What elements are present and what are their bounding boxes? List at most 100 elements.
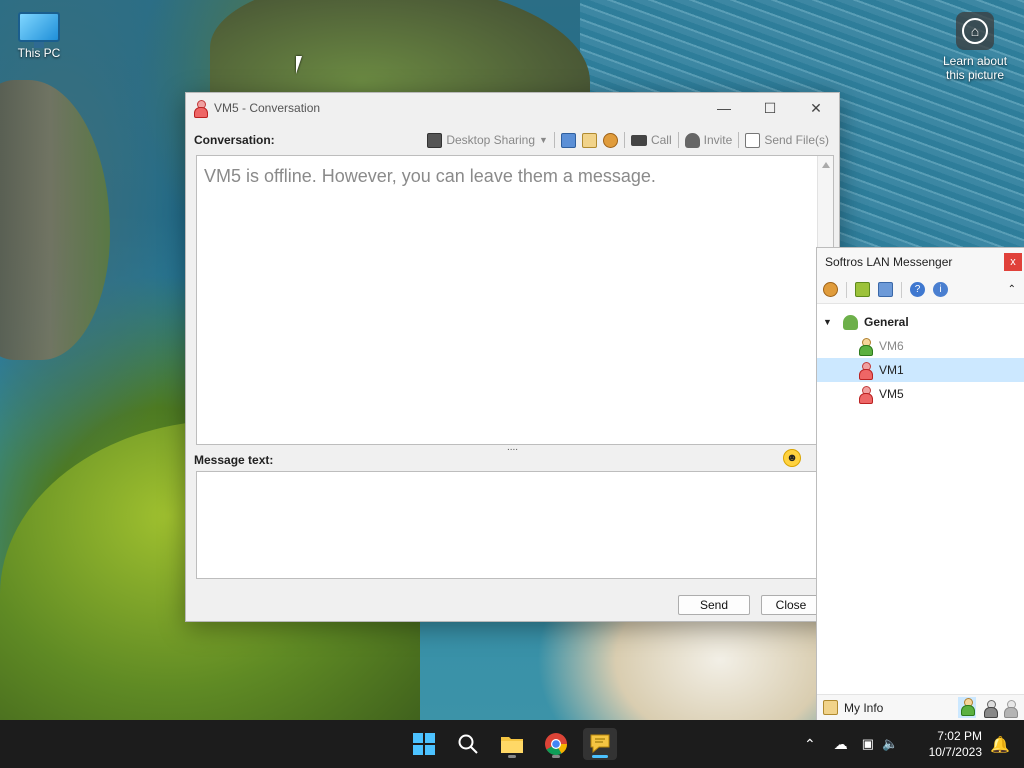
send-files-button[interactable]: Send File(s)	[745, 132, 829, 148]
my-info-label[interactable]: My Info	[844, 701, 883, 715]
messenger-toolbar: ? i ⌃	[817, 276, 1024, 304]
clock[interactable]: 7:02 PM 10/7/2023	[929, 728, 982, 760]
search-icon	[458, 734, 478, 754]
offline-notice: VM5 is offline. However, you can leave t…	[204, 166, 656, 186]
desktop-icon-learn-picture[interactable]: ⌂ Learn about this picture	[938, 12, 1012, 82]
start-button[interactable]	[407, 728, 441, 760]
window-controls: — ☐ ✕	[701, 93, 839, 123]
running-indicator	[552, 755, 560, 758]
desktop-icon-label: This PC	[17, 46, 61, 60]
network-icon[interactable]: ▣	[862, 736, 874, 752]
desktop-sharing-icon	[427, 132, 443, 148]
messenger-title-bar[interactable]: Softros LAN Messenger	[817, 248, 1024, 276]
messenger-close-button[interactable]: x	[1004, 253, 1022, 271]
close-button[interactable]: Close	[761, 595, 821, 615]
chevron-up-icon[interactable]: ⌃	[804, 736, 816, 753]
search-button[interactable]	[451, 728, 485, 760]
camera-icon: ⌂	[956, 12, 994, 50]
settings-gear-icon[interactable]	[823, 282, 838, 297]
call-button[interactable]: Call	[630, 133, 672, 147]
desktop-sharing-label: Desktop Sharing	[446, 133, 536, 147]
clock-time: 7:02 PM	[937, 729, 982, 743]
info-icon[interactable]: i	[933, 282, 948, 297]
mouse-cursor	[296, 56, 308, 74]
file-explorer-button[interactable]	[495, 728, 529, 760]
user-name: VM1	[879, 363, 904, 377]
history-book-icon[interactable]	[878, 282, 893, 297]
messenger-footer: My Info	[817, 694, 1024, 720]
chevron-up-icon[interactable]: ⌃	[1008, 284, 1016, 295]
toolbar-separator	[677, 132, 679, 148]
chevron-down-icon: ▼	[539, 135, 548, 145]
message-input[interactable]	[196, 471, 834, 579]
lan-messenger-button[interactable]	[583, 728, 617, 760]
maximize-button[interactable]: ☐	[747, 93, 793, 123]
history-book-icon[interactable]	[560, 132, 576, 148]
conversation-toolbar: Conversation: Desktop Sharing ▼ Call Inv…	[194, 129, 829, 151]
user-offline-icon	[859, 362, 873, 380]
chevron-down-icon[interactable]: ▼	[823, 317, 837, 327]
desktop-icon-label: Learn about this picture	[942, 54, 1008, 82]
emoji-icon[interactable]: ☻	[783, 449, 801, 467]
windows-logo-icon	[413, 733, 435, 755]
send-files-label: Send File(s)	[764, 133, 829, 147]
conversation-history[interactable]: VM5 is offline. However, you can leave t…	[196, 155, 834, 445]
folder-icon	[501, 737, 523, 753]
user-online-icon	[961, 698, 975, 716]
volume-icon[interactable]: 🔈	[882, 736, 898, 752]
desktop-sharing-button[interactable]: Desktop Sharing ▼	[427, 132, 548, 148]
settings-gear-icon[interactable]	[602, 132, 618, 148]
group-label: General	[864, 315, 909, 329]
desktop-icon-this-pc[interactable]: This PC	[4, 12, 74, 60]
contact-tree: ▼ General VM6 VM1 VM5	[817, 304, 1024, 406]
tree-user-vm6[interactable]: VM6	[817, 334, 1024, 358]
messenger-title: Softros LAN Messenger	[825, 255, 953, 269]
scroll-up-icon[interactable]	[821, 162, 830, 168]
my-info-icon[interactable]	[823, 700, 838, 715]
status-away-button[interactable]	[984, 699, 998, 718]
running-indicator	[592, 755, 608, 758]
status-online-button[interactable]	[958, 697, 976, 718]
call-label: Call	[650, 133, 672, 147]
contact-info-icon[interactable]	[581, 132, 597, 148]
send-file-icon	[745, 132, 761, 148]
toolbar-separator	[623, 132, 625, 148]
onedrive-icon[interactable]: ☁	[834, 736, 848, 753]
toolbar-separator	[901, 281, 902, 298]
invite-users-icon	[684, 132, 700, 148]
help-icon[interactable]: ?	[910, 282, 925, 297]
chat-bubble-icon	[590, 734, 610, 754]
notification-bell-icon[interactable]: 🔔	[990, 735, 1010, 755]
invite-button[interactable]: Invite	[684, 132, 733, 148]
system-tray: ⌃ ☁ ▣ 🔈	[804, 720, 898, 768]
chrome-button[interactable]	[539, 728, 573, 760]
user-online-icon	[859, 338, 873, 356]
conversation-label: Conversation:	[194, 133, 275, 147]
status-offline-button[interactable]	[1004, 699, 1018, 718]
toolbar-separator	[846, 281, 847, 298]
user-name: VM5	[879, 387, 904, 401]
toolbar-separator	[553, 132, 555, 148]
invite-label: Invite	[703, 133, 733, 147]
send-button[interactable]: Send	[678, 595, 750, 615]
minimize-button[interactable]: —	[701, 93, 747, 123]
close-window-button[interactable]: ✕	[793, 93, 839, 123]
conversation-window: VM5 - Conversation — ☐ ✕ Conversation: D…	[185, 92, 840, 622]
toolbar-separator	[738, 132, 740, 148]
running-indicator	[508, 755, 516, 758]
clock-date: 10/7/2023	[928, 745, 982, 759]
wallpaper-cliff	[0, 80, 110, 360]
tree-group-general[interactable]: ▼ General	[817, 310, 1024, 334]
video-camera-icon	[630, 134, 647, 146]
folder-icon[interactable]	[855, 282, 870, 297]
user-offline-icon	[194, 100, 208, 118]
group-users-icon	[843, 314, 858, 330]
window-title: VM5 - Conversation	[214, 101, 321, 115]
messenger-panel: Softros LAN Messenger x ? i ⌃ ▼ General …	[816, 247, 1024, 720]
pane-splitter[interactable]: ....	[186, 443, 839, 455]
user-name: VM6	[879, 339, 904, 353]
tree-user-vm5[interactable]: VM5	[817, 382, 1024, 406]
user-offline-icon	[859, 386, 873, 404]
tree-user-vm1[interactable]: VM1	[817, 358, 1024, 382]
chrome-icon	[545, 733, 567, 755]
